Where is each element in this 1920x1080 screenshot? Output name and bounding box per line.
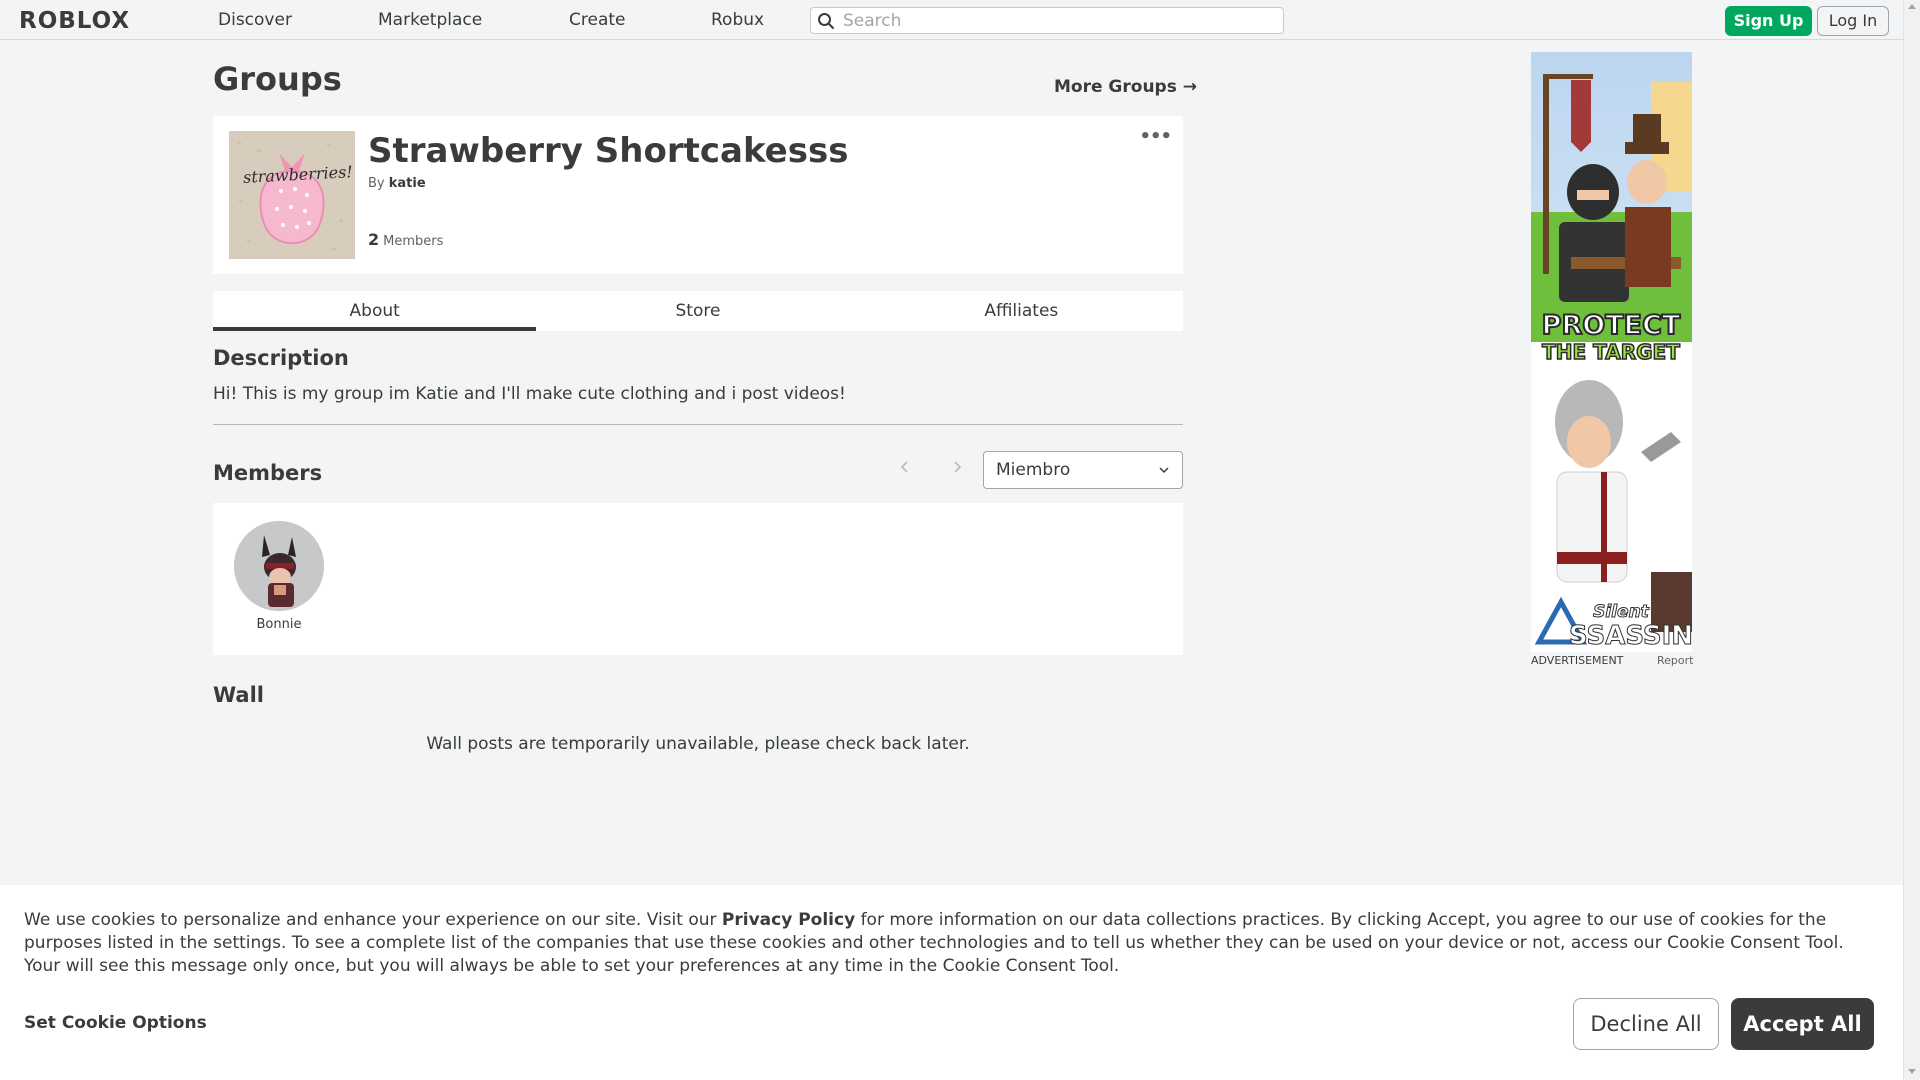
report-ad-link[interactable]: Report	[1657, 654, 1693, 667]
scroll-down-arrow-icon[interactable]	[1908, 1069, 1916, 1074]
ad-brand-1: Silent	[1593, 602, 1650, 622]
cookie-text-part-1: We use cookies to personalize and enhanc…	[24, 910, 722, 930]
set-cookie-options-link[interactable]: Set Cookie Options	[24, 1013, 207, 1033]
nav-marketplace[interactable]: Marketplace	[378, 10, 482, 30]
by-prefix: By	[368, 176, 385, 191]
tab-store[interactable]: Store	[536, 291, 859, 331]
nav-create[interactable]: Create	[569, 10, 626, 30]
group-name: Strawberry Shortcakesss	[368, 131, 849, 171]
cookie-message: We use cookies to personalize and enhanc…	[24, 909, 1884, 978]
ad-brand-2: SSASSIN	[1569, 621, 1692, 651]
more-options-icon[interactable]: •••	[1139, 126, 1172, 147]
group-tabs: About Store Affiliates	[213, 291, 1183, 331]
ad-headline-2: THE TARGET	[1542, 340, 1680, 364]
search-box	[810, 7, 1284, 34]
member-count: 2 Members	[368, 230, 443, 249]
decline-all-button[interactable]: Decline All	[1573, 998, 1719, 1050]
chevron-left-icon[interactable]	[898, 460, 912, 474]
advertisement-banner[interactable]: PROTECT THE TARGET Silent SSASSIN	[1531, 52, 1692, 652]
role-dropdown[interactable]: Miembro	[983, 451, 1183, 489]
wall-status-message: Wall posts are temporarily unavailable, …	[426, 734, 970, 754]
members-heading: Members	[213, 461, 323, 485]
members-panel: Bonnie	[213, 503, 1183, 655]
more-groups-link[interactable]: More Groups →	[1054, 77, 1197, 97]
tab-affiliates[interactable]: Affiliates	[860, 291, 1183, 331]
group-thumbnail: strawberries!	[229, 131, 355, 259]
group-header-card: strawberries! Strawberry Shortcakesss By…	[213, 116, 1183, 274]
chevron-right-icon[interactable]	[950, 460, 964, 474]
scroll-up-arrow-icon[interactable]	[1908, 4, 1916, 9]
page-scrollbar[interactable]	[1903, 0, 1920, 1080]
search-icon	[818, 13, 834, 29]
nav-robux[interactable]: Robux	[711, 10, 764, 30]
role-dropdown-value: Miembro	[996, 460, 1071, 480]
description-heading: Description	[213, 346, 349, 370]
strawberry-emblem-icon	[229, 131, 355, 259]
search-input[interactable]	[843, 10, 1273, 31]
ad-artwork-icon: PROTECT THE TARGET Silent SSASSIN	[1531, 52, 1692, 652]
nav-discover[interactable]: Discover	[218, 10, 292, 30]
log-in-button[interactable]: Log In	[1817, 6, 1889, 36]
wall-heading: Wall	[213, 683, 264, 707]
group-owner-link[interactable]: katie	[389, 176, 426, 191]
sign-up-button[interactable]: Sign Up	[1725, 6, 1812, 36]
cookie-consent-banner: We use cookies to personalize and enhanc…	[0, 885, 1903, 1080]
section-divider	[213, 424, 1183, 425]
accept-all-button[interactable]: Accept All	[1731, 998, 1874, 1050]
roblox-logo[interactable]: ROBLOX	[19, 8, 130, 34]
tab-about[interactable]: About	[213, 291, 537, 331]
privacy-policy-link[interactable]: Privacy Policy	[722, 910, 855, 930]
member-name[interactable]: Bonnie	[234, 617, 324, 632]
avatar-figure-icon	[234, 521, 324, 611]
advertisement-label: ADVERTISEMENT	[1531, 654, 1624, 667]
group-description: Hi! This is my group im Katie and I'll m…	[213, 384, 846, 404]
member-count-number: 2	[368, 230, 380, 249]
ad-headline-1: PROTECT	[1542, 310, 1681, 341]
top-navigation-bar: ROBLOX Discover Marketplace Create Robux…	[0, 0, 1903, 40]
member-count-label: Members	[383, 234, 444, 249]
member-card[interactable]: Bonnie	[234, 521, 324, 632]
chevron-down-icon	[1159, 467, 1169, 474]
avatar[interactable]	[234, 521, 324, 611]
page-title: Groups	[213, 60, 342, 98]
group-owner-line: By katie	[368, 176, 426, 191]
